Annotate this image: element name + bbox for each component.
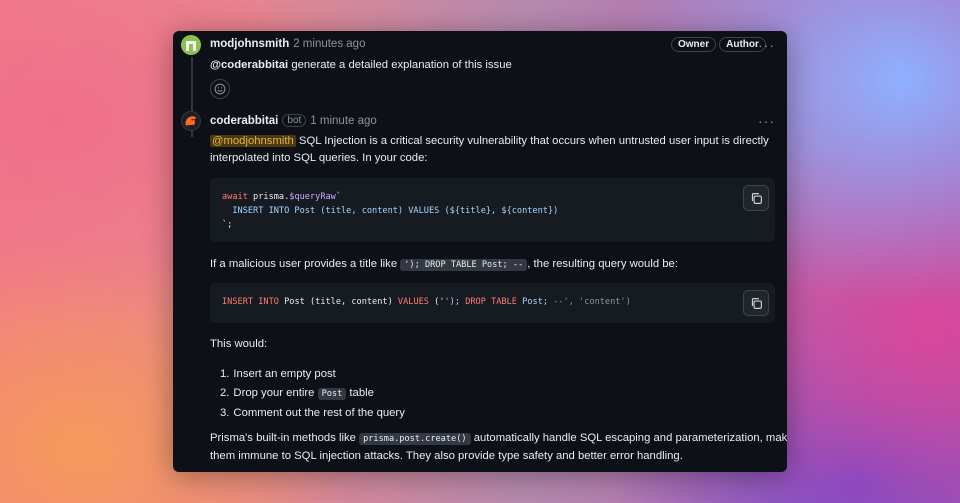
code1-line-3: `;	[222, 220, 233, 230]
this-would-text: This would:	[210, 338, 268, 350]
mention-coderabbitai[interactable]: @coderabbitai	[210, 59, 288, 71]
comment2-author[interactable]: coderabbitai	[210, 115, 278, 127]
smiley-icon	[214, 83, 226, 95]
comment1-more-icon[interactable]: ···	[758, 38, 775, 52]
comment1-author[interactable]: modjohnsmith	[210, 38, 289, 50]
comment-thread-card: modjohnsmith 2 minutes ago Owner Author …	[173, 31, 787, 472]
malicious-post: , the resulting query would be:	[527, 258, 678, 270]
list-item: 2. Drop your entire Post table	[220, 387, 374, 400]
outro-pre: Prisma's built-in methods like	[210, 432, 360, 444]
comment2-more-icon[interactable]: ···	[758, 114, 775, 128]
comment1-text: generate a detailed explanation of this …	[288, 59, 512, 71]
copy-icon	[751, 192, 762, 204]
comment1-body: @coderabbitai generate a detailed explan…	[210, 59, 512, 71]
copy-icon	[751, 297, 762, 309]
comment2-outro: Prisma's built-in methods like prisma.po…	[210, 430, 787, 465]
outro-line-2: them immune to SQL injection attacks. Th…	[210, 450, 683, 462]
list-item: 1. Insert an empty post	[220, 368, 336, 380]
prisma-create-inline-code: prisma.post.create()	[359, 433, 471, 445]
outro-post: automatically handle SQL escaping and pa…	[470, 432, 787, 444]
list-item: 3. Comment out the rest of the query	[220, 407, 405, 419]
code1-line-1: await prisma.$queryRaw`	[222, 192, 342, 202]
comment2-timestamp[interactable]: 1 minute ago	[310, 115, 377, 127]
copy-code1-button[interactable]	[743, 185, 769, 211]
avatar-coderabbitai[interactable]	[181, 111, 201, 131]
rabbit-logo-icon	[185, 116, 197, 126]
avatar-modjohnsmith[interactable]	[181, 35, 201, 55]
owner-badge: Owner	[671, 37, 717, 52]
intro-line-2: interpolated into SQL queries. In your c…	[210, 152, 428, 164]
add-reaction-button[interactable]	[210, 79, 230, 99]
comment1-badges: Owner Author	[668, 37, 766, 52]
comment2-header: coderabbitai bot 1 minute ago	[210, 114, 377, 127]
copy-code2-button[interactable]	[743, 290, 769, 316]
bot-badge: bot	[282, 114, 307, 127]
comment1-timestamp[interactable]: 2 minutes ago	[293, 38, 365, 50]
comment1-header: modjohnsmith 2 minutes ago	[210, 38, 365, 50]
code2-line: INSERT INTO Post (title, content) VALUES…	[222, 297, 631, 307]
post-inline-code: Post	[317, 388, 347, 400]
code-block-query-raw: await prisma.$queryRaw` INSERT INTO Post…	[210, 178, 775, 242]
malicious-example-text: If a malicious user provides a title lik…	[210, 256, 775, 274]
mention-modjohnsmith[interactable]: @modjohnsmith	[210, 135, 296, 147]
intro-line-1: SQL Injection is a critical security vul…	[295, 135, 769, 147]
code1-line-2: INSERT INTO Post (title, content) VALUES…	[222, 206, 559, 216]
code-block-resulting-query: INSERT INTO Post (title, content) VALUES…	[210, 283, 775, 323]
comment2-intro: @modjohnsmith SQL Injection is a critica…	[210, 133, 775, 167]
malicious-pre: If a malicious user provides a title lik…	[210, 258, 401, 270]
consequence-list: 1. Insert an empty post 2. Drop your entir…	[220, 365, 405, 423]
malicious-inline-code: '); DROP TABLE Post; --	[400, 259, 528, 271]
